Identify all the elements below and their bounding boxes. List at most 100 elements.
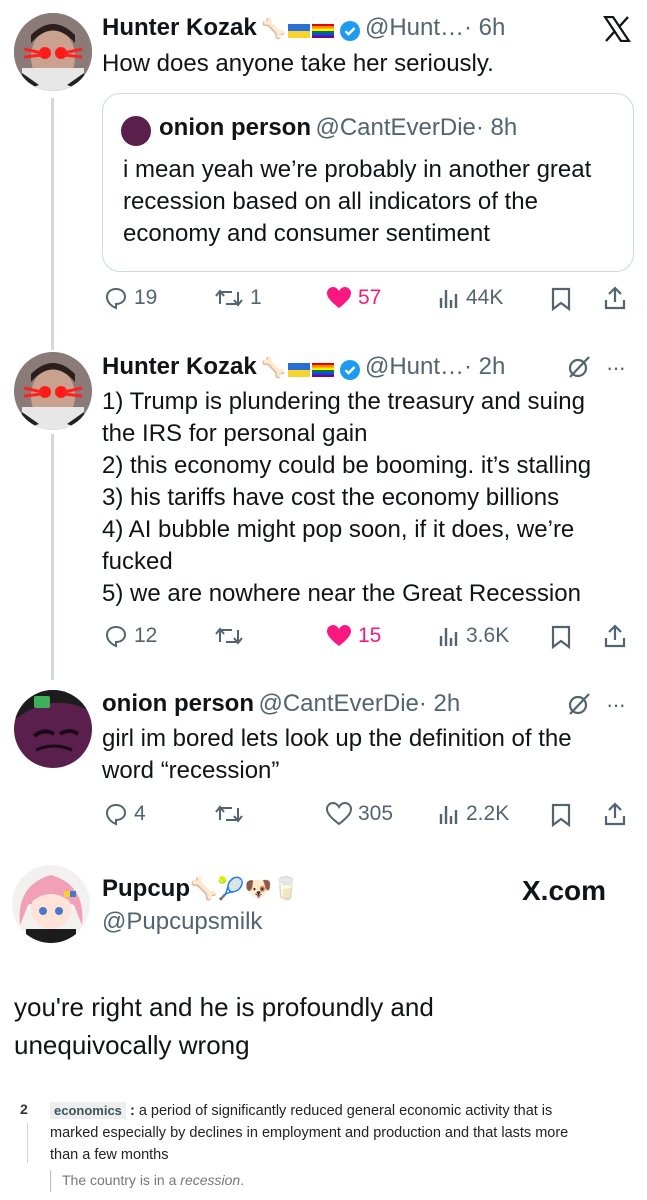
- avatar[interactable]: [14, 352, 92, 430]
- author-name[interactable]: onion person: [102, 690, 254, 717]
- example-sentence: The country is in a recession.: [62, 1172, 245, 1188]
- grok-icon[interactable]: [566, 354, 592, 380]
- grok-icon[interactable]: [566, 691, 592, 717]
- views-button[interactable]: 2.2K: [438, 802, 509, 826]
- text-line: 1) Trump is plundering the treasury and …: [102, 388, 585, 415]
- reply-icon: [105, 625, 127, 648]
- repost-icon: [215, 805, 243, 823]
- like-button[interactable]: 57: [326, 286, 381, 310]
- text-line: 4) AI bubble might pop soon, if it does,…: [102, 516, 575, 543]
- quote-tweet[interactable]: onion person @CantEverDie· 8h i mean yea…: [102, 93, 634, 272]
- quote-header: onion person @CantEverDie· 8h: [121, 114, 518, 146]
- bookmark-icon[interactable]: [550, 287, 572, 311]
- like-button[interactable]: 15: [326, 624, 381, 648]
- tennis-ball-icon: 🎾: [217, 876, 245, 901]
- definition-text: a period of significantly reduced genera…: [138, 1103, 553, 1119]
- like-count: 15: [358, 624, 382, 647]
- text-line: girl im bored lets look up the definitio…: [102, 725, 572, 752]
- reply-button[interactable]: 4: [104, 802, 146, 826]
- timestamp[interactable]: · 2h: [464, 353, 505, 380]
- definition-separator: :: [125, 1103, 139, 1119]
- pride-flag-icon: [312, 362, 335, 377]
- repost-button[interactable]: 1: [214, 286, 262, 310]
- quote-text: i mean yeah we’re probably in another gr…: [123, 156, 592, 247]
- text-line: word “recession”: [102, 757, 280, 784]
- heart-filled-icon: [327, 287, 351, 308]
- example-rule: [50, 1170, 51, 1192]
- repost-icon: [215, 289, 243, 307]
- views-icon: [439, 290, 458, 308]
- heart-outline-icon: [326, 802, 352, 826]
- tweet-text: How does anyone take her seriously.: [102, 50, 494, 77]
- views-button[interactable]: 44K: [438, 286, 503, 310]
- subject-label: economics: [50, 1102, 126, 1119]
- card-text: you're right and he is profoundly and un…: [14, 988, 434, 1064]
- avatar[interactable]: [12, 865, 90, 943]
- repost-icon: [215, 627, 243, 645]
- share-icon[interactable]: [603, 801, 627, 827]
- text-line: fucked: [102, 548, 173, 575]
- reply-button[interactable]: 19: [104, 286, 157, 310]
- quote-author-name: onion person: [159, 114, 311, 141]
- text-line: 5) we are nowhere near the Great Recessi…: [102, 580, 581, 607]
- timestamp[interactable]: · 6h: [464, 14, 505, 41]
- bookmark-icon[interactable]: [550, 625, 572, 649]
- thread-line: [51, 434, 54, 680]
- text-line: the IRS for personal gain: [102, 420, 368, 447]
- quote-timestamp: · 8h: [475, 114, 518, 141]
- views-button[interactable]: 3.6K: [438, 624, 509, 648]
- views-count: 44K: [466, 286, 504, 309]
- tweet-header: Hunter Kozak 🦴 @Hunt…· 6h: [102, 14, 505, 42]
- ukraine-flag-icon: [288, 362, 311, 377]
- views-icon: [439, 806, 458, 824]
- definition-number: 2: [20, 1101, 28, 1117]
- author-handle[interactable]: @Hunt…: [365, 14, 464, 41]
- x-brand-label: X.com: [522, 875, 607, 906]
- bookmark-icon[interactable]: [550, 803, 572, 827]
- milk-glass-icon: 🥛: [272, 876, 300, 901]
- repost-count: 1: [250, 286, 262, 309]
- author-name[interactable]: Hunter Kozak: [102, 353, 257, 380]
- share-icon[interactable]: [603, 623, 627, 649]
- ukraine-flag-icon: [288, 23, 311, 38]
- more-options-icon[interactable]: ···: [606, 692, 626, 718]
- author-handle[interactable]: @Hunt…: [365, 353, 464, 380]
- tweet-header: onion person @CantEverDie· 2h: [102, 690, 460, 718]
- reply-count: 4: [134, 802, 146, 825]
- card-header: Pupcup🦴🎾🐶🥛: [102, 875, 300, 903]
- definition-text: marked especially by declines in employm…: [50, 1125, 569, 1141]
- timestamp[interactable]: · 2h: [419, 690, 460, 717]
- reply-icon: [105, 803, 127, 826]
- reply-count: 12: [134, 624, 158, 647]
- text-line: you're right and he is profoundly and: [14, 992, 434, 1022]
- text-line: 2) this economy could be booming. it’s s…: [102, 452, 592, 479]
- card-author-handle: @Pupcupsmilk: [102, 908, 263, 935]
- repost-button[interactable]: [214, 624, 250, 648]
- cast-emoji-icon: 🦴: [261, 357, 287, 379]
- like-count: 305: [358, 802, 394, 825]
- reply-count: 19: [134, 286, 158, 309]
- more-options-icon[interactable]: ···: [606, 355, 626, 381]
- reply-icon: [105, 287, 127, 310]
- text-line: 3) his tariffs have cost the economy bil…: [102, 484, 560, 511]
- author-handle[interactable]: @CantEverDie: [258, 690, 418, 717]
- text-line: unequivocally wrong: [14, 1030, 250, 1060]
- tweet-header: Hunter Kozak 🦴 @Hunt…· 2h: [102, 353, 505, 381]
- author-name[interactable]: Hunter Kozak: [102, 14, 257, 41]
- views-count: 2.2K: [466, 802, 510, 825]
- avatar[interactable]: [14, 13, 92, 91]
- like-button[interactable]: 305: [326, 802, 393, 826]
- like-count: 57: [358, 286, 382, 309]
- cast-emoji-icon: 🦴: [261, 18, 287, 40]
- avatar: [121, 116, 151, 146]
- views-count: 3.6K: [466, 624, 510, 647]
- verified-badge-icon: [339, 20, 360, 41]
- reply-button[interactable]: 12: [104, 624, 157, 648]
- x-logo-icon[interactable]: [603, 16, 631, 42]
- bone-emoji-icon: 🦴: [190, 876, 218, 901]
- share-icon[interactable]: [603, 285, 627, 311]
- definition-body: economics : a period of significantly re…: [50, 1100, 640, 1166]
- avatar[interactable]: [14, 690, 92, 768]
- repost-button[interactable]: [214, 802, 250, 826]
- quote-author-handle: @CantEverDie: [315, 114, 476, 141]
